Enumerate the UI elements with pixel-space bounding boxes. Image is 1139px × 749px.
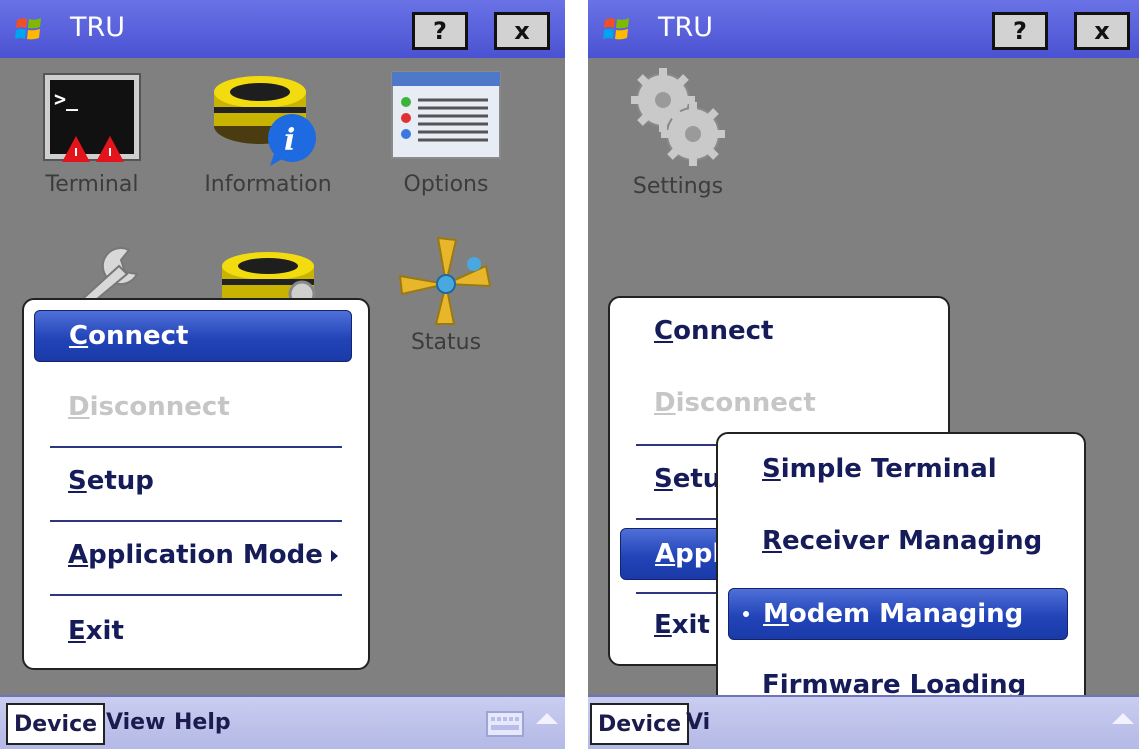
title-bar: TRU ? x: [588, 0, 1139, 58]
status-label: Status: [410, 330, 482, 355]
sip-up-arrow-icon[interactable]: [536, 713, 558, 724]
menu-item-connect[interactable]: Connect: [610, 306, 948, 356]
options-app[interactable]: Options: [366, 70, 526, 197]
menubar-device[interactable]: Device: [590, 703, 690, 745]
menu-separator: [50, 594, 342, 596]
app-title: TRU: [70, 12, 126, 43]
application-mode-submenu: Simple Terminal Receiver Managing Modem …: [716, 432, 1086, 724]
status-app[interactable]: Status: [366, 236, 526, 355]
keyboard-icon[interactable]: [486, 711, 524, 737]
submenu-item-modem-managing[interactable]: Modem Managing: [728, 588, 1068, 640]
title-bar: TRU ? x: [0, 0, 565, 58]
svg-text:i: i: [284, 123, 295, 158]
right-screen: TRU ? x Settings Connect Disconnect Setu…: [588, 0, 1139, 749]
menu-separator: [50, 520, 342, 522]
selected-bullet-icon: [743, 611, 749, 617]
menu-item-setup[interactable]: Setup: [24, 456, 368, 506]
windows-logo-icon[interactable]: [14, 14, 44, 44]
menubar-device[interactable]: Device: [6, 703, 106, 745]
device-menu: Connect Disconnect Setup Application Mod…: [22, 298, 370, 670]
submenu-item-simple-terminal[interactable]: Simple Terminal: [718, 444, 1084, 494]
menu-item-disconnect: Disconnect: [68, 392, 230, 422]
menu-bar: Device Vi: [588, 695, 1139, 749]
left-screen: TRU ? x >_ Terminal i Information Option…: [0, 0, 565, 749]
settings-gears-icon: [631, 68, 725, 166]
menubar-help[interactable]: Help: [168, 703, 237, 745]
menu-item-disconnect: Disconnect: [654, 388, 816, 418]
menu-bar: Device View Help: [0, 695, 565, 749]
menu-item-connect[interactable]: Connect: [34, 310, 352, 362]
menubar-view[interactable]: Vi: [680, 703, 716, 745]
help-button[interactable]: ?: [992, 12, 1048, 50]
options-label: Options: [403, 172, 489, 197]
help-button[interactable]: ?: [412, 12, 468, 50]
menu-item-application-mode[interactable]: Application Mode: [24, 530, 368, 580]
svg-text:>_: >_: [54, 87, 79, 111]
submenu-item-receiver-managing[interactable]: Receiver Managing: [718, 516, 1084, 566]
menu-separator: [50, 446, 342, 448]
submenu-arrow-icon: [330, 549, 338, 562]
settings-label: Settings: [632, 174, 724, 199]
status-icon: [398, 236, 492, 325]
sip-up-arrow-icon[interactable]: [1112, 713, 1134, 724]
menubar-view[interactable]: View: [100, 703, 171, 745]
settings-app[interactable]: Settings: [598, 64, 758, 199]
terminal-icon: >_: [43, 73, 141, 162]
menu-item-exit[interactable]: Exit: [24, 606, 368, 656]
information-app[interactable]: i Information: [188, 70, 348, 197]
terminal-app[interactable]: >_ Terminal: [12, 70, 172, 197]
wrench-icon: [75, 247, 139, 304]
windows-logo-icon[interactable]: [602, 14, 632, 44]
options-icon: [391, 71, 501, 159]
close-button[interactable]: x: [1074, 12, 1130, 50]
close-button[interactable]: x: [494, 12, 550, 50]
information-icon: i: [214, 76, 316, 166]
terminal-label: Terminal: [45, 172, 139, 197]
information-label: Information: [204, 172, 332, 197]
app-title: TRU: [658, 12, 714, 43]
receiver-gear-icon: [222, 252, 316, 300]
receiver-settings-app[interactable]: [188, 250, 348, 304]
